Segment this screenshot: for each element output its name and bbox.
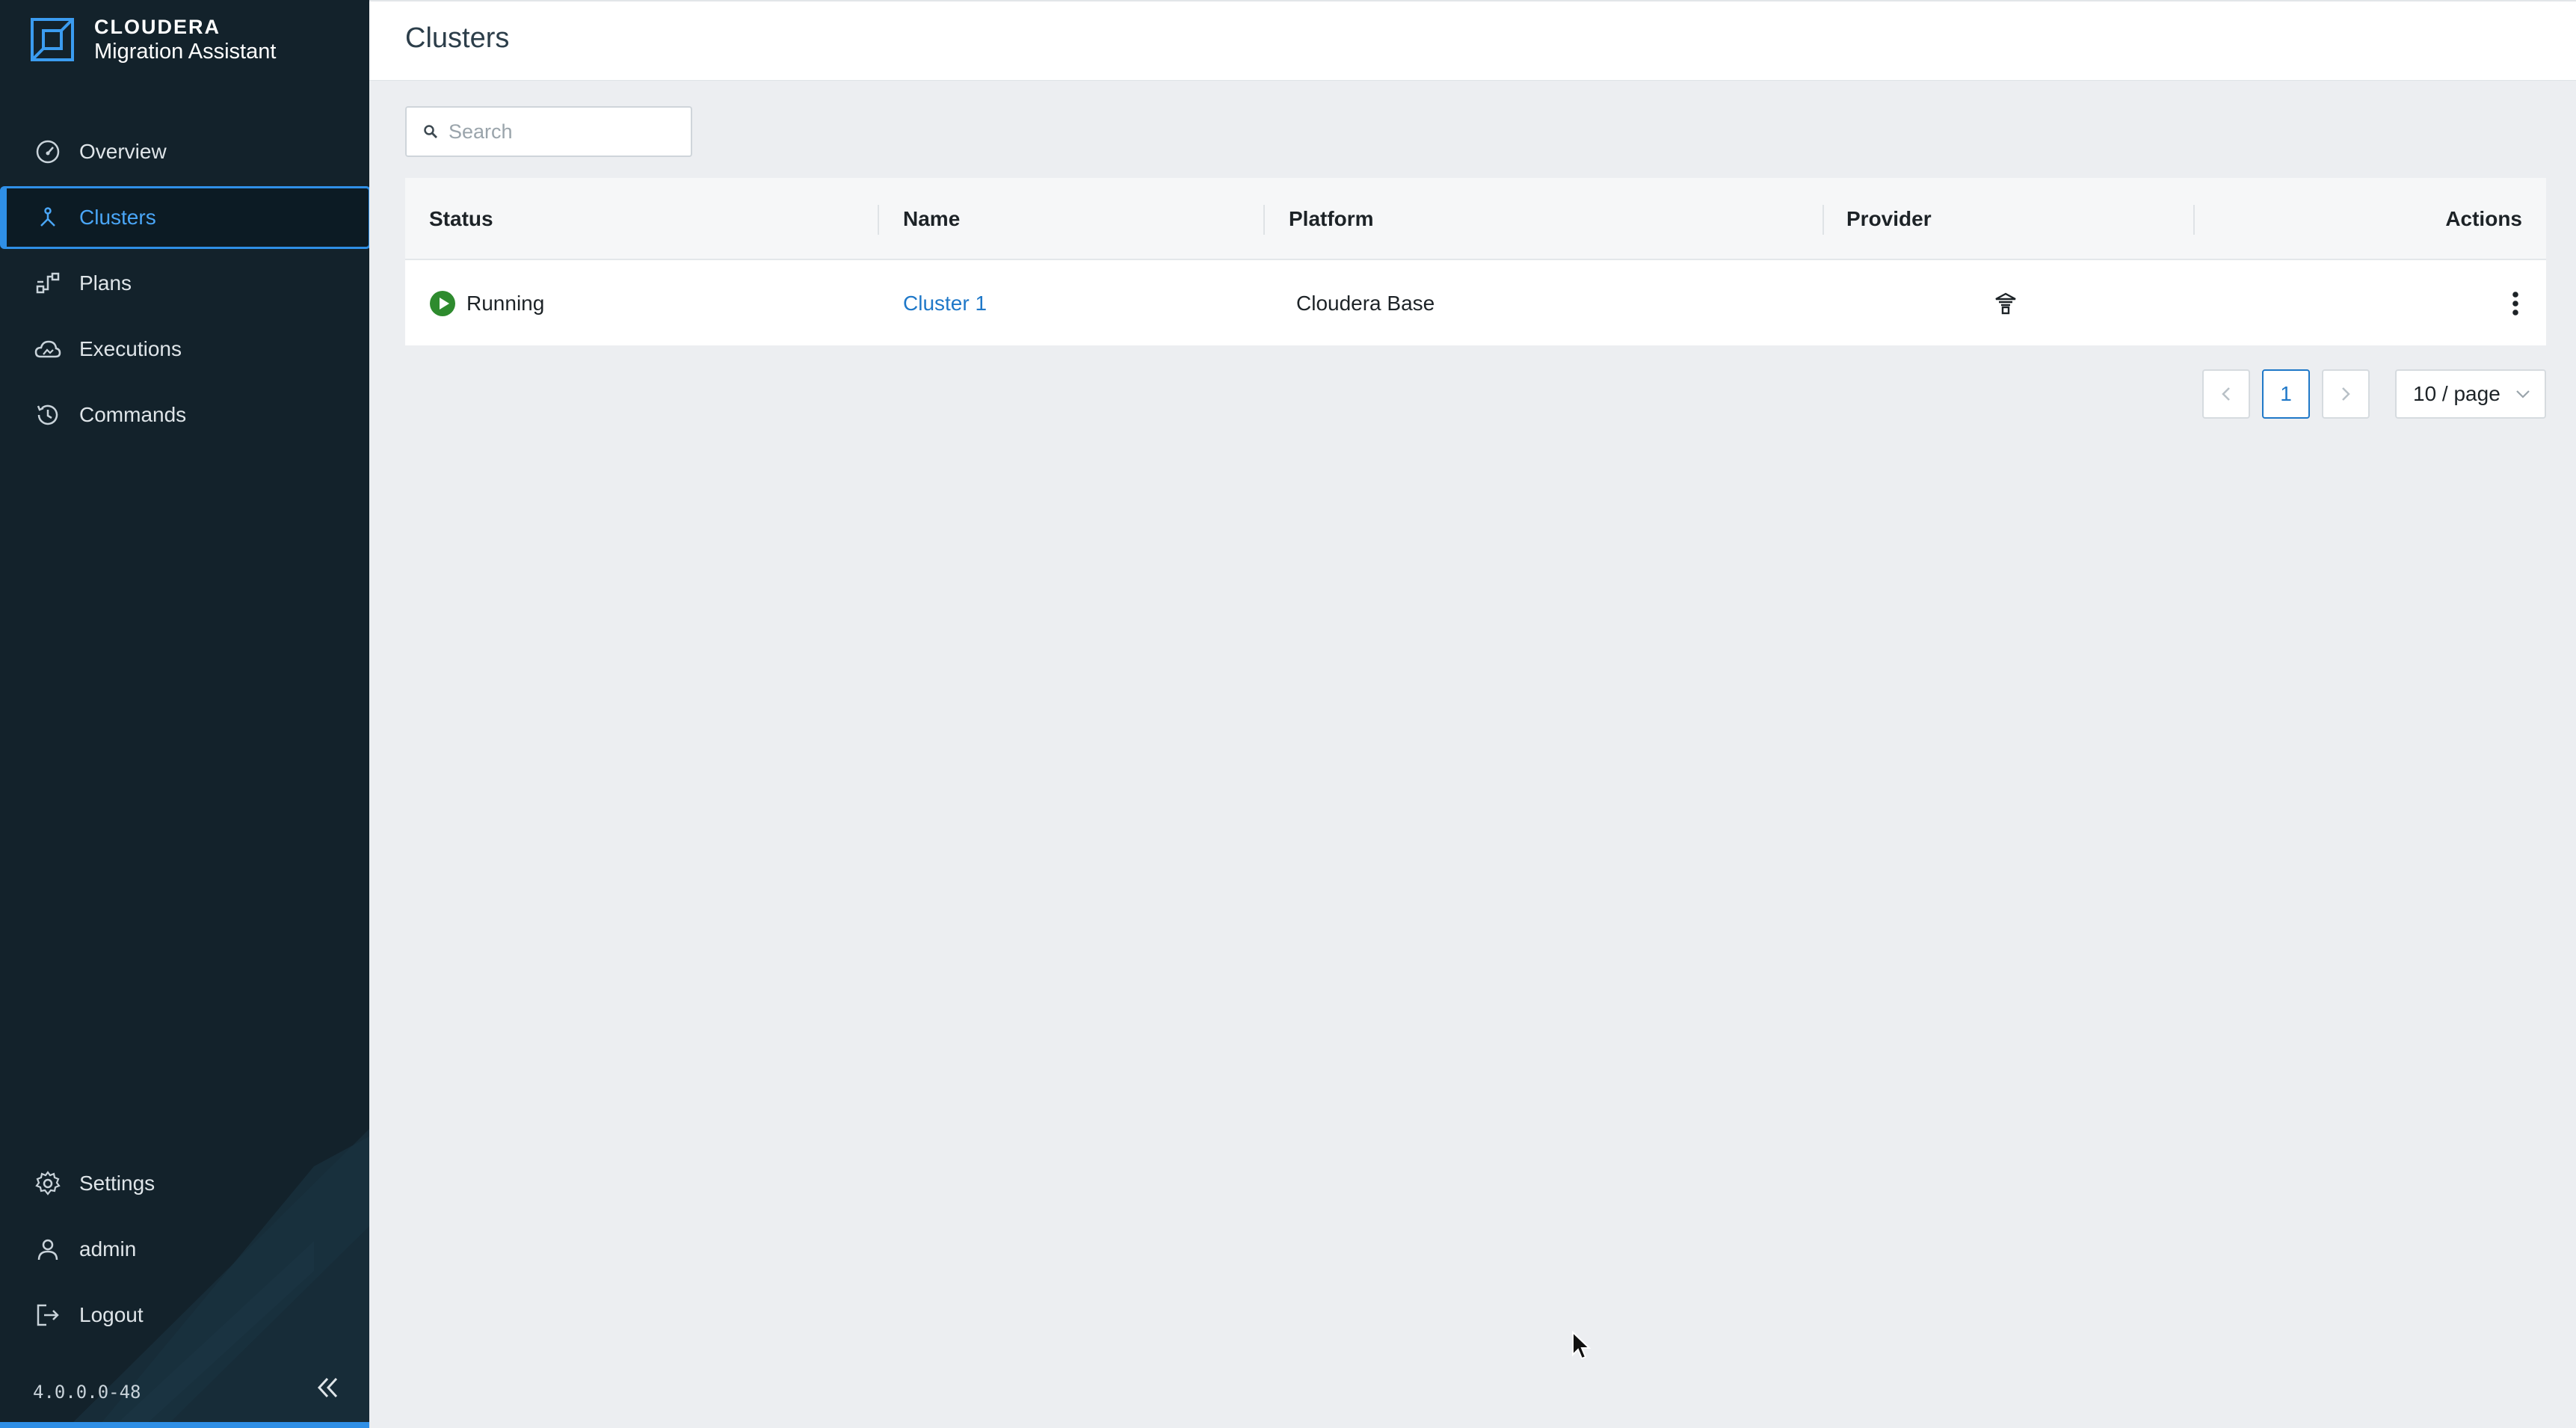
sidebar-item-label: Commands bbox=[79, 403, 187, 426]
product-name: Migration Assistant bbox=[94, 40, 277, 64]
mouse-cursor-icon bbox=[1572, 1331, 1591, 1360]
sidebar-item-label: Clusters bbox=[79, 206, 156, 229]
sidebar-accent-bar bbox=[0, 1422, 369, 1428]
page-size-value: 10 / page bbox=[2413, 382, 2500, 405]
page-size-select[interactable]: 10 / page bbox=[2395, 369, 2546, 419]
column-divider bbox=[878, 205, 879, 235]
sidebar-item-plans[interactable]: Plans bbox=[0, 252, 369, 315]
sidebar-item-label: admin bbox=[79, 1237, 137, 1261]
row-actions-button[interactable] bbox=[2504, 285, 2527, 322]
sidebar-item-clusters[interactable]: Clusters bbox=[0, 186, 369, 249]
cluster-icon bbox=[33, 203, 63, 233]
column-divider bbox=[2193, 205, 2195, 235]
search-box[interactable] bbox=[405, 106, 692, 157]
sidebar-item-admin[interactable]: admin bbox=[0, 1218, 369, 1281]
double-chevron-left-icon bbox=[317, 1377, 338, 1398]
user-icon bbox=[33, 1234, 63, 1264]
provider-cell bbox=[1993, 262, 2018, 345]
name-cell: Cluster 1 bbox=[903, 262, 987, 345]
sidebar-item-executions[interactable]: Executions bbox=[0, 318, 369, 381]
sidebar-item-label: Executions bbox=[79, 337, 182, 360]
app-brand[interactable]: CLOUDERA Migration Assistant bbox=[30, 15, 276, 64]
status-cell: Running bbox=[429, 262, 544, 345]
sidebar: CLOUDERA Migration Assistant Overview Cl… bbox=[0, 0, 369, 1428]
search-icon bbox=[424, 125, 437, 138]
column-header-status[interactable]: Status bbox=[429, 178, 493, 260]
page-header: Clusters bbox=[369, 0, 2576, 81]
chevron-down-icon bbox=[2516, 390, 2530, 398]
table-row: Running Cluster 1 Cloudera Base bbox=[405, 262, 2546, 345]
gear-icon bbox=[33, 1169, 63, 1198]
gauge-icon bbox=[33, 137, 63, 167]
cluster-name-link[interactable]: Cluster 1 bbox=[903, 292, 987, 316]
status-text: Running bbox=[466, 292, 545, 315]
column-divider bbox=[1263, 205, 1265, 235]
pagination-next-button[interactable] bbox=[2322, 369, 2370, 419]
column-header-name[interactable]: Name bbox=[903, 178, 960, 260]
column-header-platform[interactable]: Platform bbox=[1289, 178, 1374, 260]
page-title: Clusters bbox=[405, 22, 510, 54]
sidebar-item-commands[interactable]: Commands bbox=[0, 384, 369, 446]
on-premise-icon bbox=[1995, 292, 2016, 315]
sidebar-item-label: Settings bbox=[79, 1172, 155, 1195]
history-icon bbox=[33, 400, 63, 430]
sidebar-item-settings[interactable]: Settings bbox=[0, 1152, 369, 1215]
sidebar-item-label: Plans bbox=[79, 271, 132, 295]
sidebar-item-logout[interactable]: Logout bbox=[0, 1284, 369, 1347]
sidebar-item-label: Overview bbox=[79, 140, 167, 163]
column-header-actions: Actions bbox=[2445, 207, 2522, 230]
running-status-icon bbox=[430, 291, 455, 316]
chevron-right-icon bbox=[2342, 387, 2350, 401]
actions-cell bbox=[2504, 262, 2527, 345]
collapse-sidebar-button[interactable] bbox=[312, 1373, 342, 1403]
kebab-menu-icon bbox=[2512, 292, 2518, 316]
sidebar-item-label: Logout bbox=[79, 1303, 144, 1326]
clusters-table: Status Name Platform Provider Actions Ru… bbox=[405, 178, 2546, 345]
chevron-left-icon bbox=[2222, 387, 2230, 401]
plans-icon bbox=[33, 268, 63, 298]
column-divider bbox=[1822, 205, 1824, 235]
search-input[interactable] bbox=[449, 120, 673, 144]
pagination-prev-button[interactable] bbox=[2202, 369, 2250, 419]
logout-icon bbox=[33, 1300, 63, 1330]
company-name: CLOUDERA bbox=[94, 16, 221, 38]
platform-cell: Cloudera Base bbox=[1296, 292, 1435, 315]
pagination-page-1[interactable]: 1 bbox=[2262, 369, 2310, 419]
app-version: 4.0.0.0-48 bbox=[33, 1382, 141, 1403]
column-header-provider[interactable]: Provider bbox=[1846, 178, 1932, 260]
table-header: Status Name Platform Provider Actions bbox=[405, 178, 2546, 260]
cloudera-logo-icon bbox=[31, 18, 74, 61]
cloud-icon bbox=[33, 334, 63, 364]
sidebar-item-overview[interactable]: Overview bbox=[0, 120, 369, 183]
